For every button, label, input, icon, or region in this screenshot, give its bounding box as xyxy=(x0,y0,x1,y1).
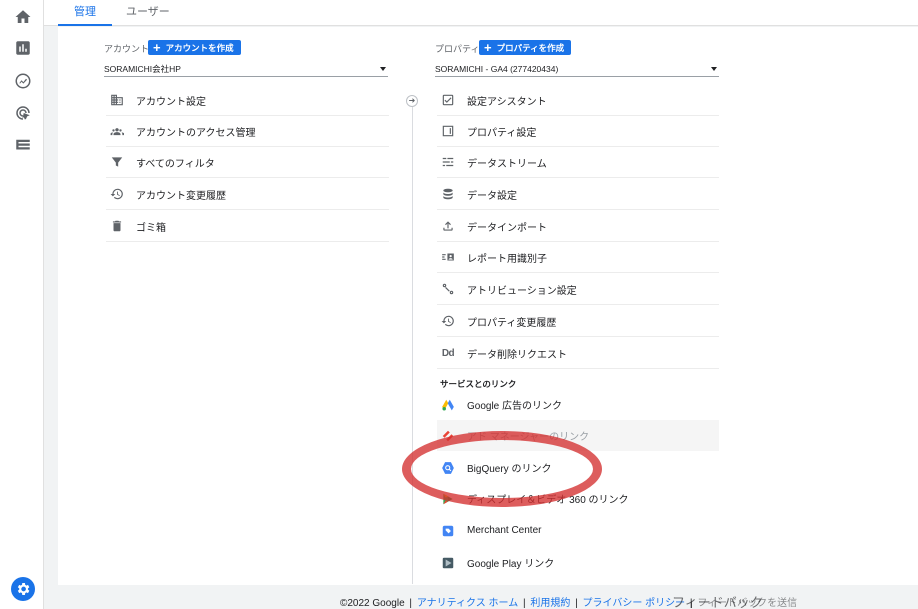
explore-icon[interactable] xyxy=(14,72,32,90)
account-selector[interactable]: SORAMICHI会社HP xyxy=(104,61,388,77)
advertising-icon[interactable] xyxy=(14,104,32,122)
merchant-center-icon xyxy=(441,524,455,538)
property-column-label: プロパティ xyxy=(435,44,480,54)
copyright-text: ©2022 Google xyxy=(340,598,405,609)
history-icon xyxy=(110,187,124,201)
display-video-360-link-item[interactable]: ディスプレイ＆ビデオ 360 のリンク xyxy=(437,483,719,514)
all-filters-item[interactable]: すべてのフィルタ xyxy=(106,147,389,178)
property-settings-item[interactable]: プロパティ設定 xyxy=(437,116,719,147)
tab-users[interactable]: ユーザー xyxy=(126,3,170,19)
data-streams-item[interactable]: データストリーム xyxy=(437,147,719,178)
trash-icon xyxy=(110,219,124,233)
data-settings-item[interactable]: データ設定 xyxy=(437,179,719,210)
create-account-button[interactable]: + アカウントを作成 xyxy=(148,40,241,55)
display-video-icon xyxy=(441,492,455,506)
checkbox-icon xyxy=(441,93,455,107)
building-icon xyxy=(110,93,124,107)
bigquery-icon xyxy=(441,461,455,475)
tab-admin[interactable]: 管理 xyxy=(74,3,96,19)
ad-manager-link-item[interactable]: アド マネージャーのリンク xyxy=(437,420,719,451)
attribution-settings-item[interactable]: アトリビューション設定 xyxy=(437,274,719,305)
property-change-history-item[interactable]: プロパティ変更履歴 xyxy=(437,306,719,337)
setup-assistant-item[interactable]: 設定アシスタント xyxy=(437,85,719,116)
stream-icon xyxy=(441,155,455,169)
plus-icon: + xyxy=(484,40,492,55)
active-tab-indicator xyxy=(58,24,112,26)
analytics-home-link[interactable]: アナリティクス ホーム xyxy=(417,598,518,609)
property-selector[interactable]: SORAMICHI - GA4 (277420434) xyxy=(435,61,719,77)
upload-icon xyxy=(441,219,455,233)
history-icon xyxy=(441,314,455,328)
merchant-center-link-item[interactable]: Merchant Center xyxy=(437,515,719,546)
database-icon xyxy=(441,187,455,201)
reports-icon[interactable] xyxy=(14,39,32,57)
ad-manager-icon xyxy=(441,429,455,443)
account-change-history-item[interactable]: アカウント変更履歴 xyxy=(106,179,389,210)
google-ads-icon xyxy=(441,398,455,412)
terms-link[interactable]: 利用規約 xyxy=(530,598,570,609)
create-property-button[interactable]: + プロパティを作成 xyxy=(479,40,572,55)
privacy-policy-link[interactable]: プライバシー ポリシー xyxy=(583,598,686,609)
people-icon xyxy=(110,124,124,138)
gear-icon xyxy=(17,583,30,595)
chevron-down-icon xyxy=(380,66,386,71)
filter-icon xyxy=(110,155,124,169)
google-ads-link-item[interactable]: Google 広告のリンク xyxy=(437,389,719,420)
account-access-item[interactable]: アカウントのアクセス管理 xyxy=(106,116,389,147)
home-icon[interactable] xyxy=(14,8,32,26)
account-column-label: アカウント xyxy=(104,44,150,54)
settings-button[interactable] xyxy=(11,577,35,601)
data-deletion-requests-item[interactable]: Dd データ削除リクエスト xyxy=(437,338,719,369)
list-icon[interactable] xyxy=(14,136,32,154)
admin-tabs: 管理 ユーザー xyxy=(44,0,918,26)
left-nav-rail xyxy=(0,0,44,609)
arrow-right-icon[interactable]: ➜ xyxy=(406,95,418,107)
account-settings-item[interactable]: アカウント設定 xyxy=(106,85,389,116)
bigquery-link-item[interactable]: BigQuery のリンク xyxy=(437,452,719,483)
google-play-icon xyxy=(441,556,455,570)
dd-icon: Dd xyxy=(441,347,455,359)
reporting-identity-item[interactable]: レポート用識別子 xyxy=(437,242,719,273)
column-divider xyxy=(412,96,413,584)
attribution-icon xyxy=(441,282,455,296)
chevron-down-icon xyxy=(711,66,717,71)
data-import-item[interactable]: データインポート xyxy=(437,211,719,242)
trash-item[interactable]: ゴミ箱 xyxy=(106,211,389,242)
google-play-link-item[interactable]: Google Play リンク xyxy=(437,547,719,578)
feedback-overlay-text: フィードバック xyxy=(672,595,763,609)
plus-icon: + xyxy=(153,40,161,55)
property-icon xyxy=(441,124,455,138)
identity-icon xyxy=(441,250,455,264)
